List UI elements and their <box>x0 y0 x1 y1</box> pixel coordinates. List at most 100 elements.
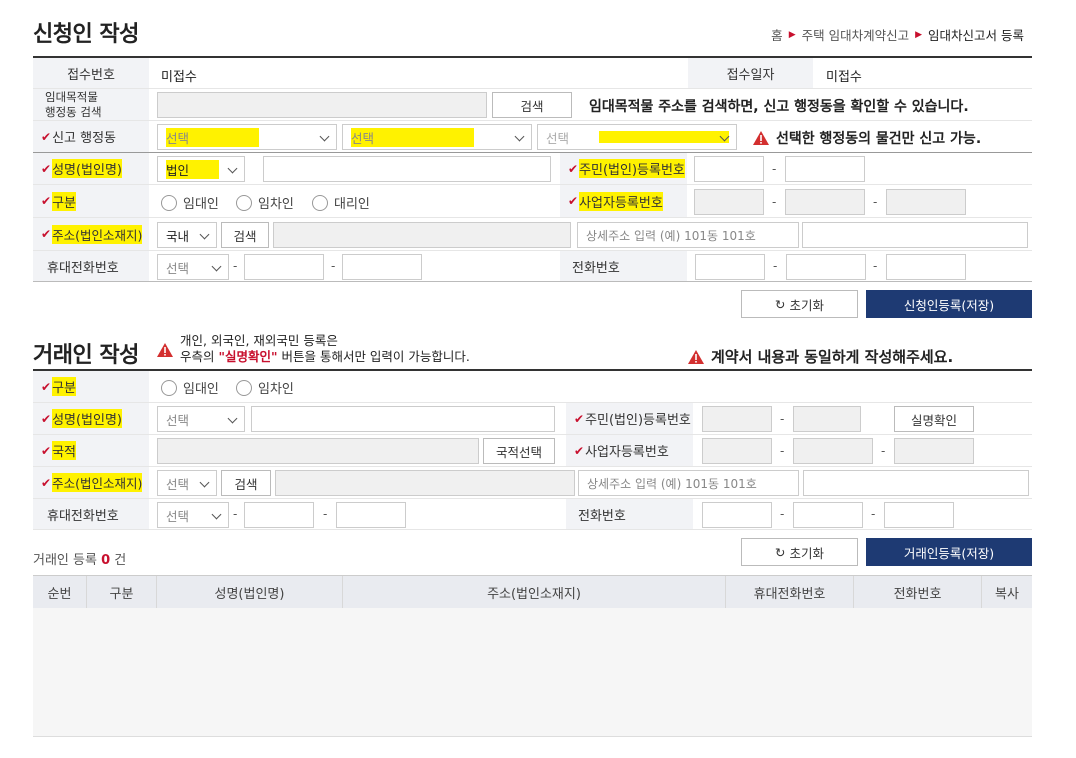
trader-mobile-last-input[interactable] <box>336 502 406 528</box>
trader-address-extra-input[interactable] <box>803 470 1029 496</box>
admin-dong-warning: 선택한 행정동의 물건만 신고 가능. <box>752 128 981 148</box>
nationality-input[interactable] <box>157 438 479 464</box>
col-address: 주소(법인소재지) <box>343 576 726 609</box>
type-label: ✔ 구분 <box>33 185 149 217</box>
trader-type-label: ✔ 구분 <box>33 371 149 402</box>
dash: - <box>233 259 238 273</box>
sido-select[interactable]: 선택 <box>157 124 337 150</box>
property-search-hint: 임대목적물 주소를 검색하면, 신고 행정동을 확인할 수 있습니다. <box>589 99 969 115</box>
trader-address-search-button[interactable]: 검색 <box>221 470 271 496</box>
property-address-input[interactable] <box>157 92 487 118</box>
property-search-button[interactable]: 검색 <box>492 92 572 118</box>
trader-address-row: ✔ 주소(법인소재지) 선택 검색 상세주소 입력 (예) 101동 101호 <box>33 467 1032 499</box>
dash: - <box>871 507 876 521</box>
col-copy: 복사 <box>995 587 1019 602</box>
receipt-no-value: 미접수 <box>161 70 197 85</box>
address-detail-input[interactable]: 상세주소 입력 (예) 101동 101호 <box>577 222 799 248</box>
contract-warning: 계약서 내용과 동일하게 작성해주세요. <box>687 346 953 367</box>
dong-select[interactable]: 선택 <box>537 124 737 150</box>
receipt-date-label: 접수일자 <box>688 58 813 88</box>
trader-resident-no-label: ✔ 주민(법인)등록번호 <box>566 403 693 434</box>
mobile-mid-input[interactable] <box>244 254 324 280</box>
biz-no-label: ✔ 사업자등록번호 <box>560 185 687 217</box>
col-mobile: 휴대전화번호 <box>726 576 854 609</box>
property-search-row: 임대목적물 행정동 검색 검색 임대목적물 주소를 검색하면, 신고 행정동을 … <box>33 89 1032 121</box>
applicant-name-input[interactable] <box>263 156 551 182</box>
mobile-last-input[interactable] <box>342 254 422 280</box>
trader-nationality-row: ✔ 국적 국적선택 ✔ 사업자등록번호 - - <box>33 435 1032 467</box>
trader-radio-lessee[interactable]: 임차인 <box>236 378 294 397</box>
biz-no-1[interactable] <box>694 189 764 215</box>
admin-dong-row: ✔ 신고 행정동 선택 선택 선택 선택한 행정동의 물건만 신고 가능. <box>33 121 1032 153</box>
sigungu-select[interactable]: 선택 <box>342 124 532 150</box>
breadcrumb-arrow-icon: ▶ <box>915 29 923 40</box>
applicant-address-row: ✔ 주소(법인소재지) 국내 검색 상세주소 입력 (예) 101동 101호 <box>33 218 1032 251</box>
applicant-phone-row: 휴대전화번호 선택 - - 전화번호 - - <box>33 251 1032 282</box>
resident-no-front[interactable] <box>694 156 764 182</box>
breadcrumb-item[interactable]: 주택 임대차계약신고 <box>802 25 909 44</box>
trader-mobile-prefix-select[interactable]: 선택 <box>157 502 229 528</box>
trader-address-detail-input[interactable]: 상세주소 입력 (예) 101동 101호 <box>578 470 799 496</box>
dash: - <box>233 507 238 521</box>
warning-icon <box>753 131 769 145</box>
breadcrumb-home[interactable]: 홈 <box>771 25 783 44</box>
breadcrumb-current: 임대차신고서 등록 <box>928 28 1024 43</box>
trader-phone-1-input[interactable] <box>702 502 772 528</box>
biz-no-2[interactable] <box>785 189 865 215</box>
applicant-name-row: ✔ 성명(법인명) 법인 ✔ 주민(법인)등록번호 - <box>33 153 1032 185</box>
trader-type-row: ✔ 구분 임대인 임차인 <box>33 371 1032 403</box>
resident-no-back[interactable] <box>785 156 865 182</box>
trader-submit-button[interactable]: 거래인등록(저장) <box>866 538 1032 566</box>
trader-phone-2-input[interactable] <box>793 502 863 528</box>
trader-radio-lessor[interactable]: 임대인 <box>161 378 219 397</box>
radio-lessee[interactable]: 임차인 <box>236 193 294 212</box>
trader-name-label: ✔ 성명(법인명) <box>33 403 149 434</box>
trader-address-input[interactable] <box>275 470 575 496</box>
col-seq: 순번 <box>33 576 87 609</box>
phone-label: 전화번호 <box>560 251 687 281</box>
phone-2-input[interactable] <box>786 254 866 280</box>
radio-lessor[interactable]: 임대인 <box>161 193 219 212</box>
warning-icon <box>157 343 173 357</box>
dash: - <box>873 259 878 273</box>
phone-1-input[interactable] <box>695 254 765 280</box>
radio-agent[interactable]: 대리인 <box>312 193 370 212</box>
nationality-label: ✔ 국적 <box>33 435 149 466</box>
dash: - <box>772 162 777 176</box>
address-search-button[interactable]: 검색 <box>221 222 269 248</box>
page-title: 신청인 작성 <box>33 22 139 47</box>
name-type-select[interactable]: 법인 <box>157 156 245 182</box>
mobile-prefix-select[interactable]: 선택 <box>157 254 229 280</box>
nationality-select-button[interactable]: 국적선택 <box>483 438 555 464</box>
warning-icon <box>688 349 704 364</box>
trader-mobile-mid-input[interactable] <box>244 502 314 528</box>
trader-name-row: ✔ 성명(법인명) 선택 ✔ 주민(법인)등록번호 - 실명확인 <box>33 403 1032 435</box>
address-extra-input[interactable] <box>802 222 1028 248</box>
trader-resident-no-back[interactable] <box>793 406 861 432</box>
receipt-date-value: 미접수 <box>826 70 862 85</box>
address-input[interactable] <box>273 222 571 248</box>
trader-address-label: ✔ 주소(법인소재지) <box>33 467 149 498</box>
trader-reset-button[interactable]: ↻ 초기화 <box>741 538 858 566</box>
mobile-label: 휴대전화번호 <box>33 251 149 281</box>
trader-phone-label: 전화번호 <box>566 499 693 529</box>
reset-icon: ↻ <box>775 544 786 560</box>
trader-phone-row: 휴대전화번호 선택 - - 전화번호 - - <box>33 499 1032 530</box>
trader-table-body <box>33 608 1032 737</box>
trader-biz-no-2[interactable] <box>793 438 873 464</box>
address-scope-select[interactable]: 국내 <box>157 222 217 248</box>
trader-name-input[interactable] <box>251 406 555 432</box>
trader-name-type-select[interactable]: 선택 <box>157 406 245 432</box>
trader-resident-no-front[interactable] <box>702 406 772 432</box>
col-phone: 전화번호 <box>854 576 982 609</box>
verify-name-button[interactable]: 실명확인 <box>894 406 974 432</box>
biz-no-3[interactable] <box>886 189 966 215</box>
applicant-reset-button[interactable]: ↻ 초기화 <box>741 290 858 318</box>
name-label: ✔ 성명(법인명) <box>33 153 149 184</box>
applicant-submit-button[interactable]: 신청인등록(저장) <box>866 290 1032 318</box>
trader-phone-3-input[interactable] <box>884 502 954 528</box>
trader-biz-no-3[interactable] <box>894 438 974 464</box>
trader-address-scope-select[interactable]: 선택 <box>157 470 217 496</box>
phone-3-input[interactable] <box>886 254 966 280</box>
trader-biz-no-1[interactable] <box>702 438 772 464</box>
